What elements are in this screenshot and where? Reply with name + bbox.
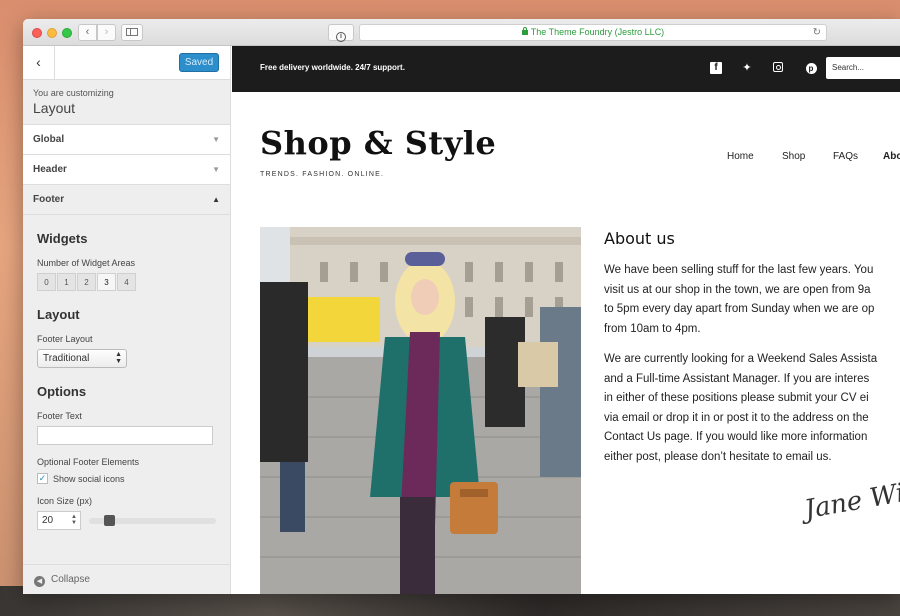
forward-button[interactable]: › bbox=[97, 24, 116, 41]
widget-areas-selector: 0 1 2 3 4 bbox=[37, 273, 216, 291]
widget-areas-option[interactable]: 1 bbox=[57, 273, 76, 291]
nav-shop[interactable]: Shop bbox=[782, 151, 805, 162]
footer-layout-label: Footer Layout bbox=[37, 334, 93, 344]
browser-window: ‹ › i The Theme Foundry (Jestro LLC) ↻ ‹… bbox=[23, 19, 900, 594]
pinterest-icon[interactable]: p bbox=[805, 62, 817, 74]
chevron-down-icon: ▼ bbox=[212, 165, 220, 174]
site-info-button[interactable]: i bbox=[328, 24, 354, 42]
about-photo bbox=[260, 227, 581, 594]
sidebar-icon bbox=[126, 28, 138, 36]
widgets-heading: Widgets bbox=[37, 231, 88, 246]
footer-text-label: Footer Text bbox=[37, 411, 82, 421]
site-search-input[interactable]: Search... bbox=[826, 57, 900, 79]
stepper-arrows-icon[interactable]: ▲ ▼ bbox=[71, 514, 77, 526]
instagram-icon[interactable] bbox=[772, 62, 784, 74]
paragraph-line: and a Full-time Assistant Manager. If yo… bbox=[604, 372, 870, 385]
nav-home[interactable]: Home bbox=[727, 151, 754, 162]
optional-elements-label: Optional Footer Elements bbox=[37, 457, 140, 467]
section-header[interactable]: Header ▼ bbox=[23, 155, 230, 185]
zoom-window-button[interactable] bbox=[62, 28, 72, 38]
updown-arrows-icon: ▲ ▼ bbox=[115, 351, 122, 365]
footer-section-body: Widgets Number of Widget Areas 0 1 2 3 4… bbox=[23, 231, 230, 530]
paragraph-line: to 5pm every day apart from Sunday when … bbox=[604, 303, 875, 315]
slider-handle[interactable] bbox=[104, 514, 115, 526]
customizer-header: ‹ Saved bbox=[23, 46, 230, 80]
site-logo[interactable]: Shop & Style bbox=[260, 124, 496, 162]
social-icons-label: Show social icons bbox=[53, 473, 125, 484]
customizer-back-button[interactable]: ‹ bbox=[23, 46, 55, 79]
paragraph-line: either post, please don’t hesitate to em… bbox=[604, 450, 832, 463]
widget-areas-option-selected[interactable]: 3 bbox=[97, 273, 116, 291]
widget-areas-option[interactable]: 2 bbox=[77, 273, 96, 291]
social-icons-option: ✓ Show social icons bbox=[37, 473, 216, 484]
panel-title-block: You are customizing Layout bbox=[23, 80, 230, 125]
chevron-right-icon: › bbox=[104, 26, 109, 38]
icon-size-slider[interactable] bbox=[89, 514, 216, 526]
social-icons-checkbox[interactable]: ✓ bbox=[37, 473, 48, 484]
collapse-icon: ◀ bbox=[34, 576, 45, 587]
site-tagline: TRENDS. FASHION. ONLINE. bbox=[260, 171, 385, 178]
widget-areas-label: Number of Widget Areas bbox=[37, 258, 136, 268]
widget-areas-option[interactable]: 0 bbox=[37, 273, 56, 291]
panel-title: Layout bbox=[33, 100, 76, 116]
sidebar-toggle-button[interactable] bbox=[121, 24, 143, 41]
close-window-button[interactable] bbox=[32, 28, 42, 38]
icon-size-row: 20 ▲ ▼ bbox=[37, 511, 216, 530]
url-text: The Theme Foundry (Jestro LLC) bbox=[530, 27, 665, 37]
icon-size-label: Icon Size (px) bbox=[37, 496, 93, 506]
about-paragraph-2: We are currently looking for a Weekend S… bbox=[604, 350, 900, 467]
footer-text-input[interactable] bbox=[37, 426, 213, 445]
customizer-sidebar: ‹ Saved You are customizing Layout Globa… bbox=[23, 46, 231, 594]
back-button[interactable]: ‹ bbox=[78, 24, 97, 41]
icon-size-value: 20 bbox=[42, 515, 54, 526]
widget-areas-option[interactable]: 4 bbox=[117, 273, 136, 291]
icon-size-input[interactable]: 20 ▲ ▼ bbox=[37, 511, 81, 530]
nav-about[interactable]: About bbox=[883, 151, 900, 162]
chevron-left-icon: ‹ bbox=[85, 26, 90, 38]
browser-titlebar: ‹ › i The Theme Foundry (Jestro LLC) ↻ bbox=[23, 19, 900, 46]
twitter-icon[interactable]: ✦ bbox=[741, 62, 753, 74]
signature: Jane Wil bbox=[802, 476, 900, 526]
section-label: Footer bbox=[33, 194, 65, 205]
lock-icon bbox=[521, 27, 528, 35]
section-label: Global bbox=[33, 134, 65, 145]
chevron-up-icon: ▲ bbox=[212, 195, 220, 204]
paragraph-line: via email or drop it in or post it to th… bbox=[604, 411, 869, 424]
nav-faqs[interactable]: FAQs bbox=[833, 151, 858, 162]
paragraph-line: Contact Us page. If you would like more … bbox=[604, 431, 868, 443]
chevron-down-icon: ▼ bbox=[212, 135, 220, 144]
paragraph-line: visit us at our shop in the town, we are… bbox=[604, 283, 871, 296]
about-heading: About us bbox=[604, 229, 675, 248]
collapse-label: Collapse bbox=[51, 574, 90, 585]
minimize-window-button[interactable] bbox=[47, 28, 57, 38]
paragraph-line: from 10am to 4pm. bbox=[604, 322, 701, 335]
chevron-left-icon: ‹ bbox=[36, 54, 41, 70]
site-preview: Free delivery worldwide. 24/7 support. f… bbox=[232, 46, 900, 594]
checkmark-icon: ✓ bbox=[38, 473, 47, 483]
section-label: Header bbox=[33, 164, 67, 175]
footer-layout-select[interactable]: Traditional ▲ ▼ bbox=[37, 349, 127, 368]
customizing-label: You are customizing bbox=[33, 88, 114, 98]
reload-icon[interactable]: ↻ bbox=[813, 25, 821, 40]
collapse-button[interactable]: ◀ Collapse bbox=[23, 564, 230, 594]
saved-button[interactable]: Saved bbox=[179, 53, 219, 72]
info-icon: i bbox=[336, 32, 346, 42]
topbar-text: Free delivery worldwide. 24/7 support. bbox=[260, 63, 405, 72]
layout-heading: Layout bbox=[37, 307, 80, 322]
footer-layout-value: Traditional bbox=[43, 353, 90, 364]
options-heading: Options bbox=[37, 384, 87, 399]
paragraph-line: We are currently looking for a Weekend S… bbox=[604, 353, 878, 365]
facebook-icon[interactable]: f bbox=[710, 62, 722, 74]
paragraph-line: We have been selling stuff for the last … bbox=[604, 264, 874, 276]
section-global[interactable]: Global ▼ bbox=[23, 125, 230, 155]
address-bar[interactable]: The Theme Foundry (Jestro LLC) ↻ bbox=[359, 24, 827, 41]
about-paragraph-1: We have been selling stuff for the last … bbox=[604, 261, 900, 339]
paragraph-line: in either of these positions please subm… bbox=[604, 392, 869, 404]
section-footer[interactable]: Footer ▲ bbox=[23, 185, 230, 215]
site-topbar: Free delivery worldwide. 24/7 support. f… bbox=[232, 46, 900, 92]
